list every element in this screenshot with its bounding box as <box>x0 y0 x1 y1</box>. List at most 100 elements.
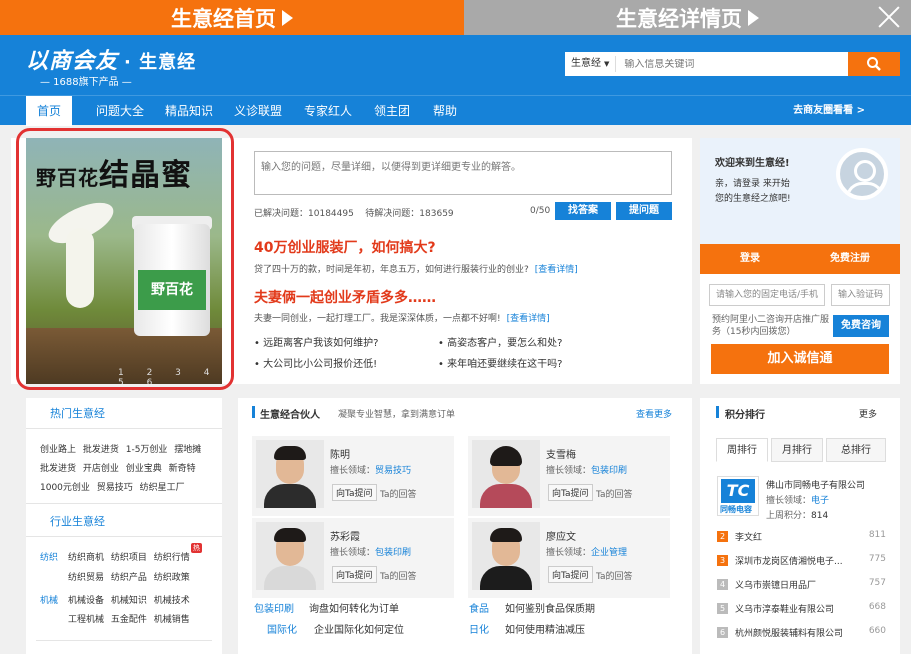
partner-photo[interactable] <box>256 440 324 508</box>
machinery-tags-row[interactable]: 工程机械 五金配件 机械销售 <box>68 612 190 625</box>
question-link[interactable]: • 高姿态客户，要怎么和处? <box>438 334 562 349</box>
phone-field[interactable]: 请输入您的固定电话/手机 <box>709 284 825 306</box>
question-link[interactable]: • 远距离客户我该如何维护? <box>254 334 378 349</box>
partner-name[interactable]: 苏彩霞 <box>330 528 360 543</box>
question-category[interactable]: 国际化 <box>267 621 297 636</box>
rank-score: 775 <box>868 554 886 564</box>
tab-detail[interactable]: 生意经详情页 <box>464 0 911 35</box>
tab-total[interactable]: 总排行 <box>826 438 886 462</box>
tab-weekly[interactable]: 周排行 <box>716 438 768 462</box>
category-machinery[interactable]: 机械 <box>40 593 58 606</box>
site-logo[interactable]: 以商会友 · 生意经 <box>26 43 196 75</box>
question-link[interactable]: • 大公司比小公司报价还低! <box>254 355 377 370</box>
nav-experts[interactable]: 专家红人 <box>304 96 352 126</box>
search-input[interactable] <box>616 58 848 70</box>
rank-name[interactable]: 杭州颜悦服装辅料有限公司 <box>735 626 843 639</box>
find-answer-button[interactable]: 找答案 <box>555 202 611 220</box>
nav-lords[interactable]: 领主团 <box>374 96 410 126</box>
headline-2-desc: 夫妻一同创业，一起打理工厂。我是深深体质，一点都不好啊! [查看详情] <box>254 314 550 324</box>
rank-number: 3 <box>717 555 728 566</box>
nav-clinic[interactable]: 义诊联盟 <box>234 96 282 126</box>
headline-1-link[interactable]: [查看详情] <box>535 265 578 275</box>
nav-help[interactable]: 帮助 <box>433 96 457 126</box>
caret-down-icon: ▼ <box>604 60 610 68</box>
partner-photo[interactable] <box>472 522 540 590</box>
question-link[interactable]: • 来年咱还要继续在这干吗? <box>438 355 562 370</box>
rank-score: 757 <box>868 578 886 588</box>
machinery-tags-row[interactable]: 机械设备 机械知识 机械技术 <box>68 593 190 606</box>
partners-more-link[interactable]: 查看更多 <box>636 407 672 420</box>
search-button[interactable] <box>848 52 900 76</box>
close-icon[interactable] <box>877 5 901 29</box>
question-category[interactable]: 包装印刷 <box>254 600 294 615</box>
divider <box>26 503 222 504</box>
welcome-line-2: 您的生意经之旅吧! <box>715 194 791 204</box>
ask-partner-button[interactable]: 向Ta提问 <box>332 484 377 501</box>
partner-answers-link[interactable]: Ta的回答 <box>596 569 633 582</box>
join-chengxintong-button[interactable]: 加入诚信通 <box>711 344 889 374</box>
top-company-name[interactable]: 佛山市同畅电子有限公司 <box>766 478 865 491</box>
ask-partner-button[interactable]: 向Ta提问 <box>548 484 593 501</box>
tab-monthly[interactable]: 月排行 <box>771 438 823 462</box>
search-icon <box>867 57 881 71</box>
welcome-line-1: 亲，请登录 来开始 <box>715 179 790 189</box>
question-category[interactable]: 日化 <box>469 621 489 636</box>
verify-code-field[interactable]: 输入验证码 <box>831 284 890 306</box>
partner-name[interactable]: 陈明 <box>330 446 350 461</box>
rank-name[interactable]: 李文红 <box>735 530 762 543</box>
nav-questions[interactable]: 问题大全 <box>96 96 144 126</box>
free-consult-button[interactable]: 免费咨询 <box>833 315 889 337</box>
ask-partner-button[interactable]: 向Ta提问 <box>332 566 377 583</box>
ask-partner-button[interactable]: 向Ta提问 <box>548 566 593 583</box>
headline-1[interactable]: 40万创业服装厂，如何搞大? <box>254 237 436 257</box>
partner-name[interactable]: 廖应文 <box>546 528 576 543</box>
question-link[interactable]: 如何鉴别食品保质期 <box>505 600 595 615</box>
login-button[interactable]: 登录 <box>700 244 800 274</box>
partner-answers-link[interactable]: Ta的回答 <box>380 569 417 582</box>
question-category[interactable]: 食品 <box>469 600 489 615</box>
photo-body <box>264 484 316 508</box>
ask-question-button[interactable]: 提问题 <box>616 202 672 220</box>
category-textile[interactable]: 纺织 <box>40 550 58 563</box>
photo-body <box>264 566 316 590</box>
nav-knowledge[interactable]: 精品知识 <box>165 96 213 126</box>
welcome-title: 欢迎来到生意经! <box>715 158 790 169</box>
top-company-score: 上周积分：814 <box>766 511 829 521</box>
section-marker <box>252 406 255 418</box>
rank-name[interactable]: 深圳市龙岗区倩湘悦电子... <box>735 554 843 567</box>
search-scope-select[interactable]: 生意经 ▼ <box>565 56 617 72</box>
partner-photo[interactable] <box>472 440 540 508</box>
textile-tags-row[interactable]: 纺织商机 纺织项目 纺织行情 <box>68 550 190 563</box>
hot-tags-row[interactable]: 创业路上 批发进货 1-5万创业 摆地摊 <box>40 442 201 455</box>
nav-home[interactable]: 首页 <box>26 96 72 126</box>
logo-sub: 同畅电容 <box>720 505 752 514</box>
rank-name[interactable]: 义乌市淳泰鞋业有限公司 <box>735 602 834 615</box>
top-tab-bar: 生意经首页 生意经详情页 <box>0 0 911 35</box>
partner-answers-link[interactable]: Ta的回答 <box>380 487 417 500</box>
rank-name[interactable]: 义乌市崇镱日用品厂 <box>735 578 816 591</box>
hot-tags-row[interactable]: 批发进货 开店创业 创业宝典 新奇特 <box>40 461 196 474</box>
hot-tags-row[interactable]: 1000元创业 贸易技巧 纺织星工厂 <box>40 480 185 493</box>
headline-2[interactable]: 夫妻俩一起创业矛盾多多…… <box>254 287 436 307</box>
partner-field: 擅长领域：企业管理 <box>546 548 628 558</box>
nav-circle-link[interactable]: 去商友圈看看 > <box>793 96 865 126</box>
ranking-more-link[interactable]: 更多 <box>859 407 877 420</box>
logo-mark: TC <box>721 479 755 503</box>
question-input[interactable] <box>254 151 672 195</box>
question-link[interactable]: 如何使用精油减压 <box>505 621 585 636</box>
register-button[interactable]: 免费注册 <box>800 244 900 274</box>
question-link[interactable]: 询盘如何转化为订单 <box>309 600 399 615</box>
company-logo[interactable]: TC 同畅电容 <box>717 476 759 516</box>
textile-tags-row[interactable]: 纺织贸易 纺织产品 纺织政策 <box>68 570 190 583</box>
headline-2-link[interactable]: [查看详情] <box>507 314 550 324</box>
partner-answers-link[interactable]: Ta的回答 <box>596 487 633 500</box>
play-arrow-icon <box>748 9 759 26</box>
partner-photo[interactable] <box>256 522 324 590</box>
login-panel: 欢迎来到生意经! 亲，请登录 来开始 您的生意经之旅吧! 登录 免费注册 请输入… <box>700 138 900 384</box>
partners-subtitle: 凝聚专业智慧，拿到满意订单 <box>338 410 456 420</box>
section-marker <box>716 406 719 418</box>
play-arrow-icon <box>282 9 293 26</box>
partner-name[interactable]: 支雪梅 <box>546 446 576 461</box>
tab-home[interactable]: 生意经首页 <box>0 0 464 35</box>
question-link[interactable]: 企业国际化如何定位 <box>314 621 404 636</box>
